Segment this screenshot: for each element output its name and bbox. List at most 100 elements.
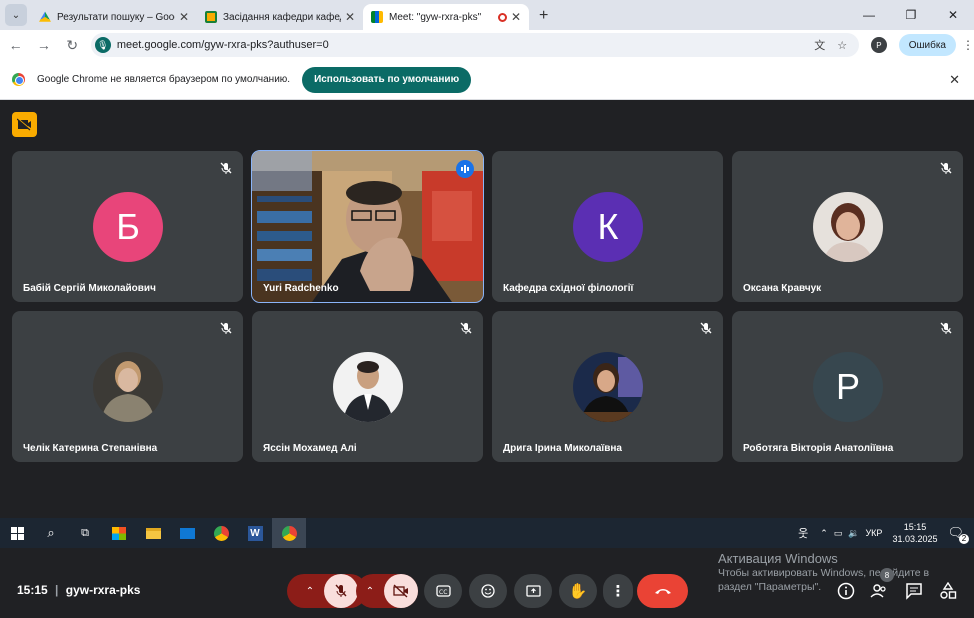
present-screen-button[interactable] — [514, 574, 552, 608]
microphone-toggle-button[interactable] — [324, 574, 358, 608]
close-tab-icon[interactable]: ✕ — [345, 10, 355, 24]
chat-icon[interactable] — [905, 582, 923, 600]
file-explorer-button[interactable] — [136, 518, 170, 548]
chrome-taskbar-button[interactable] — [204, 518, 238, 548]
more-options-button[interactable]: ⋮ — [603, 574, 633, 608]
system-tray: 웃 ⌃ ▭ 🔉 УКР 15:15 31.03.2025 🗨 2 — [798, 518, 974, 548]
infobar-text: Google Chrome не является браузером по у… — [37, 74, 291, 85]
network-icon[interactable]: ▭ — [834, 528, 843, 539]
avatar-photo — [93, 352, 163, 422]
folder-icon — [145, 527, 161, 539]
mail-button[interactable] — [170, 518, 204, 548]
video-off-badge-icon[interactable] — [12, 112, 37, 137]
browser-tab-strip: ⌄ Результати пошуку – Google Д ✕ Засідан… — [0, 0, 974, 30]
show-hidden-icons-icon[interactable]: ⌃ — [820, 528, 828, 539]
microsoft-store-button[interactable] — [102, 518, 136, 548]
translate-icon[interactable]: 文 — [814, 37, 825, 53]
chrome-active-window-button[interactable] — [272, 518, 306, 548]
browser-menu-icon[interactable]: ⋮ — [962, 38, 974, 52]
participant-name: Яссін Мохамед Алі — [263, 443, 357, 454]
mic-off-icon — [335, 584, 347, 597]
tab-search-button[interactable]: ⌄ — [5, 4, 27, 26]
address-bar[interactable]: 🎙 meet.google.com/gyw-rxra-pks?authuser=… — [90, 33, 860, 57]
audio-options-chevron-icon[interactable]: ⌃ — [296, 586, 324, 597]
notification-count: 2 — [959, 534, 969, 544]
task-view-button[interactable]: ⧉ — [68, 518, 102, 548]
people-button[interactable]: 8 — [870, 568, 894, 605]
divider: | — [55, 583, 59, 597]
watermark-line2: раздел "Параметры". — [718, 581, 822, 593]
volume-icon[interactable]: 🔉 — [848, 528, 859, 539]
tab-department-meeting[interactable]: Засідання кафедри кафедра сх ✕ — [197, 4, 363, 30]
participant-tile[interactable]: Челік Катерина Степанівна — [12, 311, 243, 462]
bookmark-star-icon[interactable]: ☆ — [837, 39, 847, 52]
language-indicator[interactable]: УКР — [865, 528, 882, 538]
chrome-icon — [281, 525, 297, 541]
close-window-button[interactable]: ✕ — [932, 0, 974, 30]
close-infobar-icon[interactable]: ✕ — [949, 72, 960, 88]
emoji-icon — [481, 584, 495, 598]
participant-tile[interactable]: Оксана Кравчук — [732, 151, 963, 302]
url-text[interactable]: meet.google.com/gyw-rxra-pks?authuser=0 — [117, 39, 814, 51]
default-browser-infobar: Google Chrome не является браузером по у… — [0, 60, 974, 100]
mail-icon — [179, 527, 195, 539]
tab-meet[interactable]: Meet: "gyw-rxra-pks" ✕ — [363, 4, 529, 30]
muted-mic-icon — [940, 322, 952, 334]
new-tab-button[interactable]: + — [539, 7, 548, 25]
notifications-button[interactable]: 🗨 2 — [947, 525, 969, 544]
participant-name: Бабій Сергій Миколайович — [23, 283, 156, 294]
start-button[interactable] — [0, 518, 34, 548]
meet-stage: Б Бабій Сергій Миколайович Yuri Radchenk… — [0, 100, 974, 608]
tab-google-search[interactable]: Результати пошуку – Google Д ✕ — [31, 4, 197, 30]
clock[interactable]: 15:15 31.03.2025 — [892, 521, 937, 545]
search-icon: ⌕ — [47, 525, 55, 540]
video-options-chevron-icon[interactable]: ⌃ — [356, 586, 384, 597]
windows-logo-icon — [10, 526, 24, 540]
meeting-info-icon[interactable] — [837, 582, 855, 600]
error-button[interactable]: Ошибка — [898, 34, 956, 56]
restore-button[interactable]: ❐ — [890, 0, 932, 30]
people-tray-icon[interactable]: 웃 — [798, 525, 808, 541]
word-button[interactable]: W — [238, 518, 272, 548]
participant-video — [252, 151, 483, 302]
avatar-photo — [813, 192, 883, 262]
microphone-in-use-icon[interactable]: 🎙 — [94, 37, 111, 53]
present-screen-icon — [525, 584, 541, 597]
chrome-icon — [213, 525, 229, 541]
meeting-time: 15:15 — [17, 583, 48, 597]
participant-name: Роботяга Вікторія Анатоліївна — [743, 443, 894, 454]
search-button[interactable]: ⌕ — [34, 518, 68, 548]
participant-name: Челік Катерина Степанівна — [23, 443, 158, 454]
emoji-reactions-button[interactable] — [469, 574, 507, 608]
leave-call-button[interactable] — [637, 574, 688, 608]
participant-tile[interactable]: Яссін Мохамед Алі — [252, 311, 483, 462]
close-tab-icon[interactable]: ✕ — [179, 10, 189, 24]
back-button[interactable]: ← — [3, 37, 28, 53]
profile-avatar[interactable]: P — [871, 37, 887, 53]
captions-button[interactable]: CC — [424, 574, 462, 608]
muted-mic-icon — [940, 162, 952, 174]
google-classroom-icon — [205, 11, 217, 23]
task-view-icon: ⧉ — [81, 526, 89, 539]
participant-tile[interactable]: Б Бабій Сергій Миколайович — [12, 151, 243, 302]
avatar: Р — [813, 352, 883, 422]
reload-button[interactable]: ↻ — [60, 37, 85, 54]
close-tab-icon[interactable]: ✕ — [511, 10, 521, 24]
participant-tile-speaking[interactable]: Yuri Radchenko — [251, 150, 484, 303]
hand-icon: ✋ — [568, 583, 588, 600]
camera-toggle-button[interactable] — [384, 574, 418, 608]
raise-hand-button[interactable]: ✋ — [559, 574, 597, 608]
speaking-indicator-icon — [456, 160, 474, 178]
people-count-badge: 8 — [880, 568, 894, 582]
google-drive-icon — [39, 11, 51, 22]
activities-icon[interactable] — [939, 582, 957, 600]
captions-icon: CC — [435, 585, 451, 597]
muted-mic-icon — [700, 322, 712, 334]
set-default-button[interactable]: Использовать по умолчанию — [302, 66, 472, 93]
participant-tile[interactable]: К Кафедра східної філології — [492, 151, 723, 302]
participant-tile[interactable]: Р Роботяга Вікторія Анатоліївна — [732, 311, 963, 462]
forward-button[interactable]: → — [31, 37, 56, 53]
minimize-button[interactable]: — — [848, 0, 890, 30]
participant-tile[interactable]: Дрига Ірина Миколаївна — [492, 311, 723, 462]
avatar: К — [573, 192, 643, 262]
